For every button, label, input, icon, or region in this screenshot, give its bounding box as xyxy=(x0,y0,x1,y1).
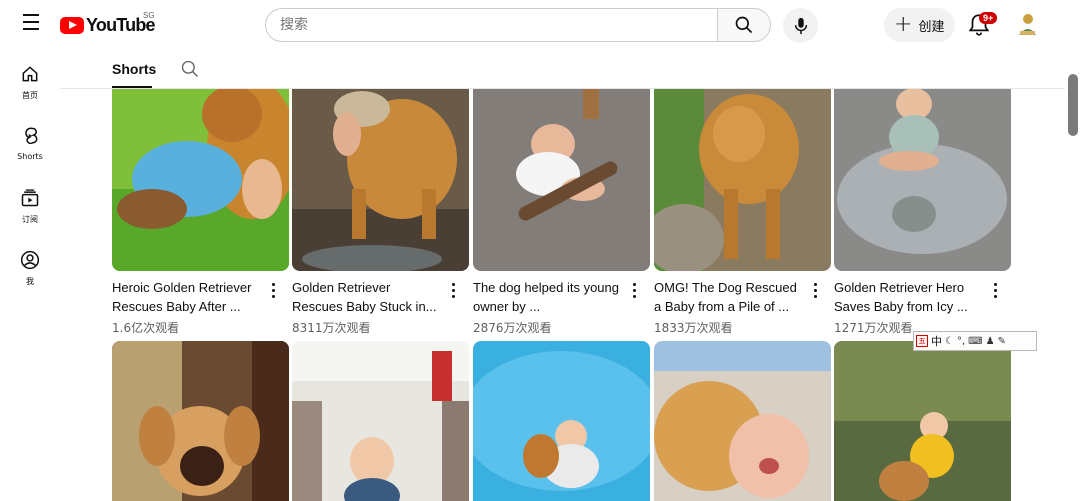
scrollbar-thumb[interactable] xyxy=(1068,74,1078,136)
short-card[interactable] xyxy=(834,341,1011,501)
channel-tabs: Shorts xyxy=(60,50,1065,89)
search-bar xyxy=(265,8,718,42)
view-count: 8311万次观看 xyxy=(292,321,371,335)
profile-icon xyxy=(20,250,40,270)
search-icon xyxy=(735,16,753,34)
sidebar: 首页 Shorts 订阅 我 xyxy=(0,56,60,304)
sidebar-item-subscriptions[interactable]: 订阅 xyxy=(0,180,60,242)
search-button[interactable] xyxy=(717,8,771,42)
short-title[interactable]: Heroic Golden Retriever Rescues Baby Aft… xyxy=(112,278,262,316)
menu-icon[interactable] xyxy=(20,14,42,36)
short-thumbnail[interactable] xyxy=(112,341,289,501)
moon-icon[interactable]: ☾ xyxy=(945,336,954,347)
plus-icon: + xyxy=(894,12,913,37)
youtube-play-icon xyxy=(60,16,84,34)
sidebar-item-you[interactable]: 我 xyxy=(0,242,60,304)
youtube-logo[interactable]: YouTube SG xyxy=(60,11,156,37)
short-title[interactable]: Golden Retriever Rescues Baby Stuck in..… xyxy=(292,278,442,316)
home-icon xyxy=(22,66,38,82)
voice-search-button[interactable] xyxy=(783,8,818,43)
short-card[interactable] xyxy=(112,341,289,501)
short-card[interactable] xyxy=(292,341,469,501)
short-card[interactable]: OMG! The Dog Rescued a Baby from a Pile … xyxy=(654,89,831,335)
more-actions-icon[interactable] xyxy=(449,283,457,301)
short-card[interactable]: The dog helped its young owner by ... 28… xyxy=(473,89,650,335)
short-card[interactable]: Golden Retriever Hero Saves Baby from Ic… xyxy=(834,89,1011,335)
ime-mode-label[interactable]: 中 xyxy=(931,333,942,349)
short-card[interactable] xyxy=(473,341,650,501)
more-actions-icon[interactable] xyxy=(991,283,999,301)
view-count: 1271万次观看 xyxy=(834,321,913,335)
active-tab-indicator xyxy=(112,86,152,88)
ime-logo-icon[interactable]: 五 xyxy=(916,335,928,347)
settings-wrench-icon[interactable]: ✎ xyxy=(998,336,1006,347)
short-card[interactable]: Heroic Golden Retriever Rescues Baby Aft… xyxy=(112,89,289,335)
shorts-icon xyxy=(25,127,38,145)
view-count: 1.6亿次观看 xyxy=(112,321,180,335)
short-thumbnail[interactable] xyxy=(292,89,469,271)
subscriptions-icon xyxy=(21,189,39,207)
notification-badge: 9+ xyxy=(979,12,998,24)
create-label: 创建 xyxy=(918,19,945,35)
sidebar-item-label: 我 xyxy=(26,277,34,286)
region-code: SG xyxy=(143,11,155,20)
more-actions-icon[interactable] xyxy=(269,283,277,301)
avatar-image xyxy=(1014,11,1041,38)
view-count: 1833万次观看 xyxy=(654,321,733,335)
sidebar-item-shorts[interactable]: Shorts xyxy=(0,118,60,180)
sidebar-item-label: 首页 xyxy=(22,91,38,100)
user-icon[interactable]: ♟ xyxy=(986,336,995,347)
short-thumbnail[interactable] xyxy=(654,89,831,271)
short-card[interactable]: Golden Retriever Rescues Baby Stuck in..… xyxy=(292,89,469,335)
microphone-icon xyxy=(794,17,807,34)
short-thumbnail[interactable] xyxy=(112,89,289,271)
short-thumbnail[interactable] xyxy=(292,341,469,501)
short-title[interactable]: The dog helped its young owner by ... xyxy=(473,278,623,316)
view-count: 2876万次观看 xyxy=(473,321,552,335)
scrollbar[interactable] xyxy=(1066,74,1080,501)
short-title[interactable]: OMG! The Dog Rescued a Baby from a Pile … xyxy=(654,278,804,316)
short-thumbnail[interactable] xyxy=(834,341,1011,501)
short-thumbnail[interactable] xyxy=(654,341,831,501)
create-button[interactable]: + 创建 xyxy=(884,8,955,42)
short-title[interactable]: Golden Retriever Hero Saves Baby from Ic… xyxy=(834,278,984,316)
search-icon[interactable] xyxy=(180,59,200,79)
tab-shorts[interactable]: Shorts xyxy=(112,61,156,77)
sidebar-item-label: 订阅 xyxy=(22,215,38,224)
ime-toolbar[interactable]: 五 中 ☾ °, ⌨ ♟ ✎ xyxy=(913,331,1037,351)
short-thumbnail[interactable] xyxy=(473,89,650,271)
keyboard-icon[interactable]: ⌨ xyxy=(968,336,982,347)
short-thumbnail[interactable] xyxy=(473,341,650,501)
punctuation-icon[interactable]: °, xyxy=(957,336,965,347)
sidebar-item-home[interactable]: 首页 xyxy=(0,56,60,118)
short-thumbnail[interactable] xyxy=(834,89,1011,271)
sidebar-item-label: Shorts xyxy=(17,152,43,161)
more-actions-icon[interactable] xyxy=(811,283,819,301)
search-input[interactable] xyxy=(280,17,718,33)
top-bar: YouTube SG + 创建 9+ xyxy=(0,0,1080,50)
short-card[interactable] xyxy=(654,341,831,501)
more-actions-icon[interactable] xyxy=(630,283,638,301)
avatar[interactable] xyxy=(1014,11,1041,38)
